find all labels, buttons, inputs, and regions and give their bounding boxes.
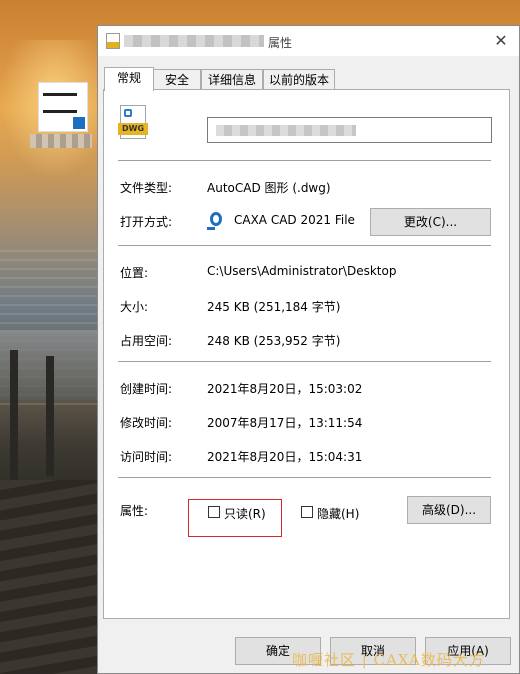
tab-details[interactable]: 详细信息 <box>201 69 263 90</box>
pier-post <box>46 356 54 476</box>
created-label: 创建时间: <box>120 382 173 396</box>
divider <box>118 160 491 161</box>
created-value: 2021年8月20日，15:03:02 <box>207 382 363 396</box>
size-label: 大小: <box>120 300 149 314</box>
modified-label: 修改时间: <box>120 416 173 430</box>
location-label: 位置: <box>120 266 149 280</box>
title-filename-obscured <box>124 35 264 47</box>
file-type-label: 文件类型: <box>120 181 173 195</box>
readonly-checkbox[interactable] <box>208 506 220 518</box>
readonly-label[interactable]: 只读(R) <box>224 505 266 522</box>
title-bar[interactable]: 属性 ✕ <box>98 26 519 56</box>
size-on-disk-value: 248 KB (253,952 字节) <box>207 334 341 348</box>
file-type-value: AutoCAD 图形 (.dwg) <box>207 181 331 195</box>
document-lines-icon <box>43 93 77 113</box>
change-button[interactable]: 更改(C)... <box>370 208 491 236</box>
size-on-disk-label: 占用空间: <box>120 334 173 348</box>
tab-general[interactable]: 常规 <box>104 67 154 91</box>
attributes-label: 属性: <box>120 504 149 518</box>
close-icon: ✕ <box>494 31 508 50</box>
dwg-badge: DWG <box>118 123 148 135</box>
app-badge-icon <box>73 117 85 129</box>
location-value: C:\Users\Administrator\Desktop <box>207 264 397 278</box>
filename-obscured <box>216 125 356 136</box>
accessed-label: 访问时间: <box>120 450 173 464</box>
tab-previous-versions[interactable]: 以前的版本 <box>263 69 335 90</box>
divider <box>118 245 491 246</box>
divider <box>118 477 491 478</box>
watermark-text: 咖喱社区 | CAXA数码大方 <box>292 651 485 669</box>
properties-dialog: 属性 ✕ 常规 安全 详细信息 以前的版本 DWG 文件类型: AutoCAD … <box>97 25 520 674</box>
hidden-checkbox[interactable] <box>301 506 313 518</box>
tab-security[interactable]: 安全 <box>153 69 201 90</box>
accessed-value: 2021年8月20日，15:04:31 <box>207 450 363 464</box>
boardwalk <box>0 480 98 674</box>
advanced-button[interactable]: 高级(D)... <box>407 496 491 524</box>
general-panel: DWG 文件类型: AutoCAD 图形 (.dwg) 打开方式: CAXA C… <box>103 89 510 619</box>
close-button[interactable]: ✕ <box>489 30 513 52</box>
size-value: 245 KB (251,184 字节) <box>207 300 341 314</box>
opens-with-label: 打开方式: <box>120 215 173 229</box>
filename-field[interactable] <box>207 117 492 143</box>
dwg-file-icon: DWG <box>118 105 148 139</box>
hidden-label[interactable]: 隐藏(H) <box>317 505 359 522</box>
opens-with-value: CAXA CAD 2021 File <box>234 213 355 227</box>
desktop-file-icon[interactable] <box>38 82 88 132</box>
pier-post <box>10 350 18 480</box>
window-title: 属性 <box>268 36 293 50</box>
desktop-file-label-obscured <box>30 134 92 148</box>
divider <box>118 361 491 362</box>
dwg-file-icon <box>106 33 120 49</box>
caxa-app-icon <box>207 210 225 230</box>
modified-value: 2007年8月17日，13:11:54 <box>207 416 363 430</box>
